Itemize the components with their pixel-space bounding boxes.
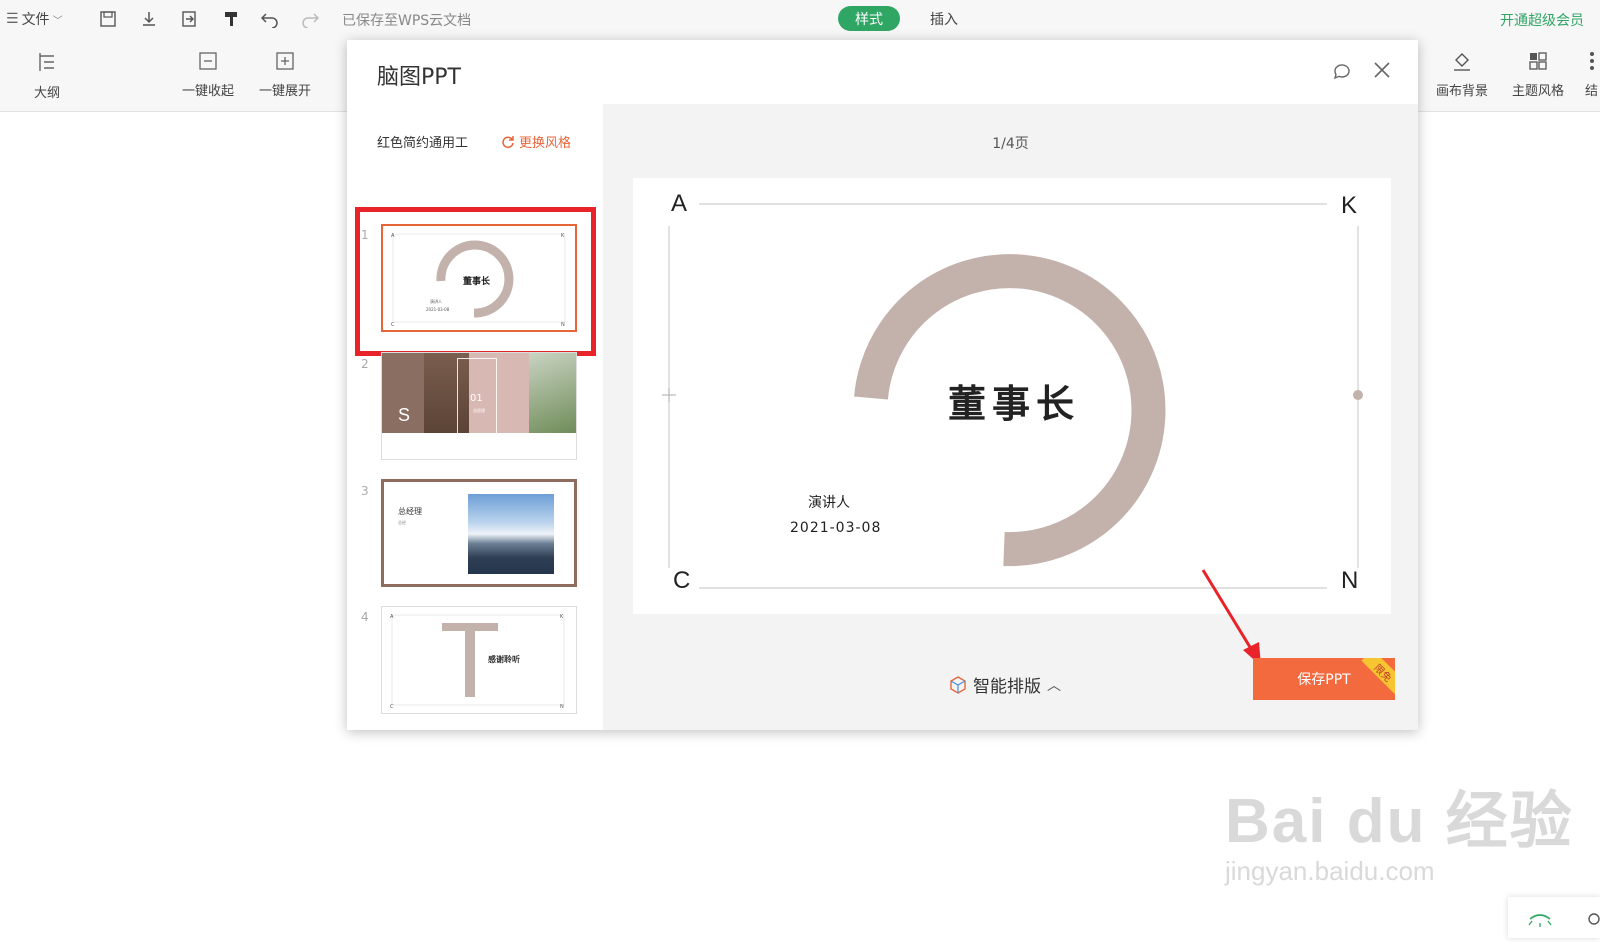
thumb-number: 2 [361, 357, 369, 371]
canvas-bg-button[interactable]: 画布背景 [1436, 50, 1488, 99]
theme-style-button[interactable]: 主题风格 [1512, 50, 1564, 99]
thumb-2-plants [529, 353, 576, 433]
preview-panel: 1/4页 A K C N 董事长 演讲人 2021-03-08 智能排版 ︿ 保… [603, 104, 1418, 730]
save-status: 已保存至WPS云文档 [342, 13, 472, 29]
format-painter-icon[interactable] [220, 8, 242, 30]
thumbnail-panel: 红色简约通用工 更换风格 1 A K C N 董事长 演讲人 2021-03-0… [347, 104, 603, 730]
corner-c: C [673, 567, 691, 594]
save-icon[interactable] [97, 8, 119, 30]
mindmap-ppt-dialog: 脑图PPT 红色简约通用工 更换风格 1 A K C N 董事长 演讲人 202… [347, 40, 1418, 730]
download-icon[interactable] [138, 8, 160, 30]
comment-icon[interactable] [1332, 62, 1352, 86]
file-menu[interactable]: ☰ 文件 ﹀ [6, 9, 63, 29]
expand-all-button[interactable]: 一键展开 [259, 50, 311, 99]
slide-date: 2021-03-08 [790, 520, 882, 536]
top-toolbar: ☰ 文件 ﹀ 已保存至WPS云文档 样式 插入 开通超级会员 [0, 0, 1600, 36]
cube-icon [950, 675, 966, 694]
dialog-title: 脑图PPT [377, 65, 461, 90]
page-indicator: 1/4页 [992, 136, 1029, 152]
thumb-number: 3 [361, 484, 369, 498]
svg-text:C: C [390, 704, 394, 710]
theme-style-label: 主题风格 [1512, 84, 1565, 99]
structure-button[interactable]: 结 [1585, 50, 1598, 99]
thumb-3-title: 总经理 [398, 507, 422, 516]
thumb-4-art: A K C N [390, 614, 565, 710]
slide-thumbnail-4[interactable]: A K C N 感谢聆听 [381, 606, 577, 714]
save-ppt-button[interactable]: 保存PPT 限免 [1253, 658, 1395, 700]
watermark-sub: jingyan.baidu.com [1225, 856, 1435, 886]
svg-text:N: N [560, 704, 564, 710]
change-style-label: 更换风格 [519, 136, 572, 151]
slide-title: 董事长 [948, 382, 1081, 426]
thumb-3-mountain-photo [468, 494, 554, 574]
refresh-icon [502, 135, 514, 148]
redo-icon[interactable] [299, 8, 321, 30]
thumb-2-letter: S [398, 405, 411, 425]
corner-k: K [1341, 192, 1358, 219]
collapse-icon [199, 52, 217, 70]
corner-a: A [671, 190, 688, 217]
eye-care-widget[interactable] [1508, 897, 1600, 938]
slide-thumbnail-2[interactable]: S 01 总经理 [381, 352, 577, 460]
outline-button[interactable]: 大纲 [34, 50, 60, 101]
corner-n: N [1341, 567, 1359, 594]
expand-all-label: 一键展开 [259, 84, 312, 99]
file-menu-label: 文件 [21, 12, 50, 28]
highlight-box [355, 207, 596, 356]
theme-grid-icon [1529, 52, 1547, 70]
tab-insert[interactable]: 插入 [930, 9, 958, 29]
template-name: 红色简约通用工 [377, 136, 469, 151]
thumb-2-num: 01 [470, 393, 483, 404]
hamburger-icon: ☰ [6, 11, 19, 27]
paint-bucket-icon [1454, 53, 1470, 71]
undo-icon[interactable] [259, 8, 281, 30]
save-ppt-label: 保存PPT [1297, 672, 1351, 688]
change-style-link[interactable]: 更换风格 [501, 132, 571, 151]
thumb-4-title: 感谢聆听 [488, 655, 520, 664]
free-badge: 限免 [1361, 658, 1395, 695]
thumb-3-sub: 总经 [398, 520, 406, 525]
export-icon[interactable] [178, 8, 200, 30]
baidu-watermark: Bai du 经验 jingyan.baidu.com [1225, 770, 1574, 887]
canvas-bg-label: 画布背景 [1436, 84, 1489, 99]
smart-layout-toggle[interactable]: 智能排版 ︿ [949, 672, 1061, 697]
thumb-number: 4 [361, 610, 369, 624]
expand-icon [276, 52, 294, 70]
slide-thumbnail-3[interactable]: 总经理 总经 [381, 479, 577, 587]
eye-icon [1528, 913, 1600, 927]
slide-preview: A K C N 董事长 演讲人 2021-03-08 [633, 178, 1391, 614]
chevron-up-icon: ︿ [1047, 677, 1061, 694]
structure-icon [1589, 52, 1594, 70]
vip-link[interactable]: 开通超级会员 [1500, 10, 1584, 30]
slide-speaker: 演讲人 [808, 495, 850, 511]
chevron-down-icon: ﹀ [52, 15, 63, 27]
outline-icon [39, 53, 54, 71]
structure-label: 结 [1585, 84, 1599, 99]
collapse-all-button[interactable]: 一键收起 [182, 50, 234, 99]
svg-text:A: A [390, 614, 394, 620]
thumb-2-sub: 总经理 [473, 408, 485, 413]
close-icon[interactable] [1372, 60, 1392, 84]
outline-label: 大纲 [34, 86, 61, 101]
collapse-all-label: 一键收起 [182, 84, 235, 99]
tab-style[interactable]: 样式 [838, 6, 900, 31]
smart-layout-label: 智能排版 [973, 677, 1041, 697]
watermark-main: Bai du 经验 [1225, 787, 1574, 856]
